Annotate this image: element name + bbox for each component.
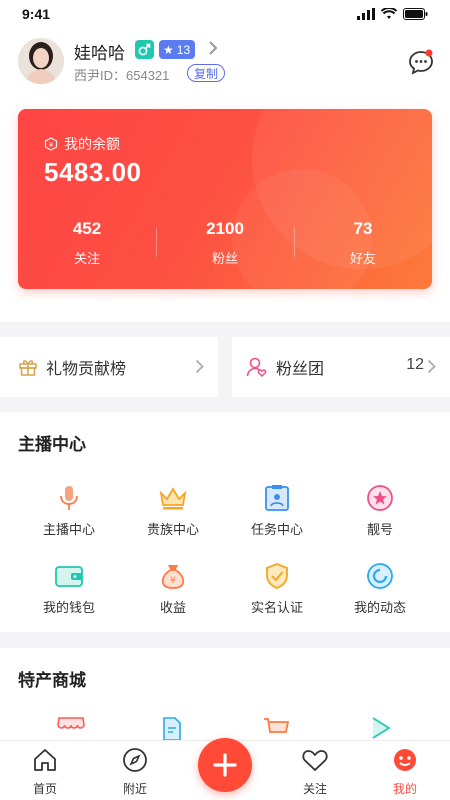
fan-club-link[interactable]: 粉丝团 12 (232, 337, 450, 397)
grid-item-task-center[interactable]: 任务中心 (221, 482, 333, 538)
level-badge: ★ 13 (159, 40, 196, 59)
avatar[interactable] (18, 38, 64, 84)
grid-item-real-name[interactable]: 实名认证 (221, 560, 333, 616)
copy-id-button[interactable]: 复制 (187, 64, 226, 82)
nav-nearby[interactable]: 附近 (100, 747, 170, 797)
verified-shield-icon (266, 563, 288, 589)
chevron-right-icon[interactable] (208, 40, 218, 56)
chat-bubble-icon (409, 49, 433, 75)
stat-friends-value: 73 (353, 219, 373, 238)
document-icon[interactable] (160, 716, 184, 740)
nav-nearby-label: 附近 (122, 782, 147, 796)
chevron-right-icon (427, 359, 436, 374)
grid-item-label: 任务中心 (250, 522, 303, 537)
grid-item-label: 靓号 (366, 522, 393, 537)
activity-icon (367, 563, 393, 589)
gift-icon (19, 360, 37, 376)
balance-section: ¥ 我的余额 5483.00 452 关注 2100 粉丝 73 好友 (0, 100, 450, 322)
grid-item-my-activity[interactable]: 我的动态 (324, 560, 436, 616)
crown-icon (159, 487, 187, 510)
stat-fans[interactable]: 2100 粉丝 (156, 219, 294, 267)
plus-icon (213, 753, 237, 777)
status-bar: 9:41 (0, 0, 450, 28)
compass-icon (123, 748, 147, 772)
money-bag-icon: ¥ (161, 565, 185, 589)
fan-club-label: 粉丝团 (276, 361, 325, 378)
nickname: 娃哈哈 (74, 44, 125, 63)
play-icon[interactable] (368, 716, 392, 740)
stat-following-label: 关注 (73, 251, 100, 266)
stat-following[interactable]: 452 关注 (18, 219, 156, 267)
fan-club-icon (246, 357, 267, 378)
male-gender-icon (135, 40, 154, 59)
signal-icon (357, 8, 375, 20)
grid-item-label: 主播中心 (42, 522, 95, 537)
nav-home-label: 首页 (32, 782, 57, 796)
stat-following-value: 452 (72, 219, 102, 238)
wifi-icon (381, 8, 397, 19)
grid-item-noble-center[interactable]: 贵族中心 (117, 482, 229, 538)
cart-icon[interactable] (262, 716, 290, 740)
heart-icon (302, 750, 328, 771)
balance-card[interactable]: ¥ 我的余额 5483.00 452 关注 2100 粉丝 73 好友 (18, 109, 432, 289)
user-id: 西尹ID：654321 (74, 68, 170, 83)
microphone-icon (60, 486, 78, 510)
nav-following-label: 关注 (302, 782, 327, 796)
stat-friends-label: 好友 (349, 251, 376, 266)
balance-amount: 5483.00 (44, 157, 142, 187)
stat-fans-value: 2100 (206, 219, 244, 238)
message-button[interactable] (407, 48, 435, 76)
yen-coin-icon: ¥ (44, 137, 58, 151)
mall-title: 特产商城 (18, 671, 86, 690)
status-icons (357, 8, 428, 20)
profile-header: 娃哈哈 ★ 13 西尹ID：654321 复制 (0, 28, 450, 100)
grid-item-label: 收益 (159, 600, 186, 615)
grid-item-label: 我的动态 (353, 600, 406, 615)
grid-item-label: 我的钱包 (42, 600, 95, 615)
profile-icon (394, 749, 416, 771)
grid-item-earnings[interactable]: ¥ 收益 (117, 560, 229, 616)
level-value: 13 (176, 42, 191, 57)
bottom-nav: 首页 附近 关注 我的 (0, 738, 450, 800)
balance-label: 我的余额 (64, 136, 120, 152)
anchor-center-section: 主播中心 主播中心 贵族中心 任务中心 靓号 我的钱包 ¥ 收益 实名认证 我的… (0, 412, 450, 632)
chevron-right-icon (195, 359, 204, 374)
nav-home[interactable]: 首页 (10, 747, 80, 797)
grid-item-label: 实名认证 (250, 600, 303, 615)
status-time: 9:41 (22, 6, 51, 22)
nav-following[interactable]: 关注 (280, 747, 350, 797)
stat-fans-label: 粉丝 (211, 251, 238, 266)
gift-ranking-label: 礼物贡献榜 (46, 361, 127, 378)
svg-text:¥: ¥ (170, 576, 176, 586)
battery-icon (403, 8, 428, 20)
home-icon (34, 749, 56, 771)
svg-text:¥: ¥ (49, 141, 54, 149)
gift-ranking-link[interactable]: 礼物贡献榜 (0, 337, 218, 397)
shop-icon[interactable] (56, 716, 86, 740)
add-button[interactable] (198, 738, 252, 792)
grid-item-anchor-center[interactable]: 主播中心 (13, 482, 125, 538)
fan-club-count: 12 (406, 356, 424, 373)
grid-item-pretty-number[interactable]: 靓号 (324, 482, 436, 538)
balance-label-row: ¥ 我的余额 (44, 134, 120, 154)
grid-item-label: 贵族中心 (146, 522, 199, 537)
stat-friends[interactable]: 73 好友 (294, 219, 432, 267)
nav-mine[interactable]: 我的 (370, 747, 440, 797)
star-icon: ★ (163, 42, 174, 57)
task-icon (265, 485, 289, 511)
grid-item-wallet[interactable]: 我的钱包 (13, 560, 125, 616)
anchor-center-title: 主播中心 (18, 435, 86, 454)
nav-mine-label: 我的 (392, 782, 417, 796)
star-badge-icon (367, 485, 393, 511)
wallet-icon (55, 566, 83, 587)
